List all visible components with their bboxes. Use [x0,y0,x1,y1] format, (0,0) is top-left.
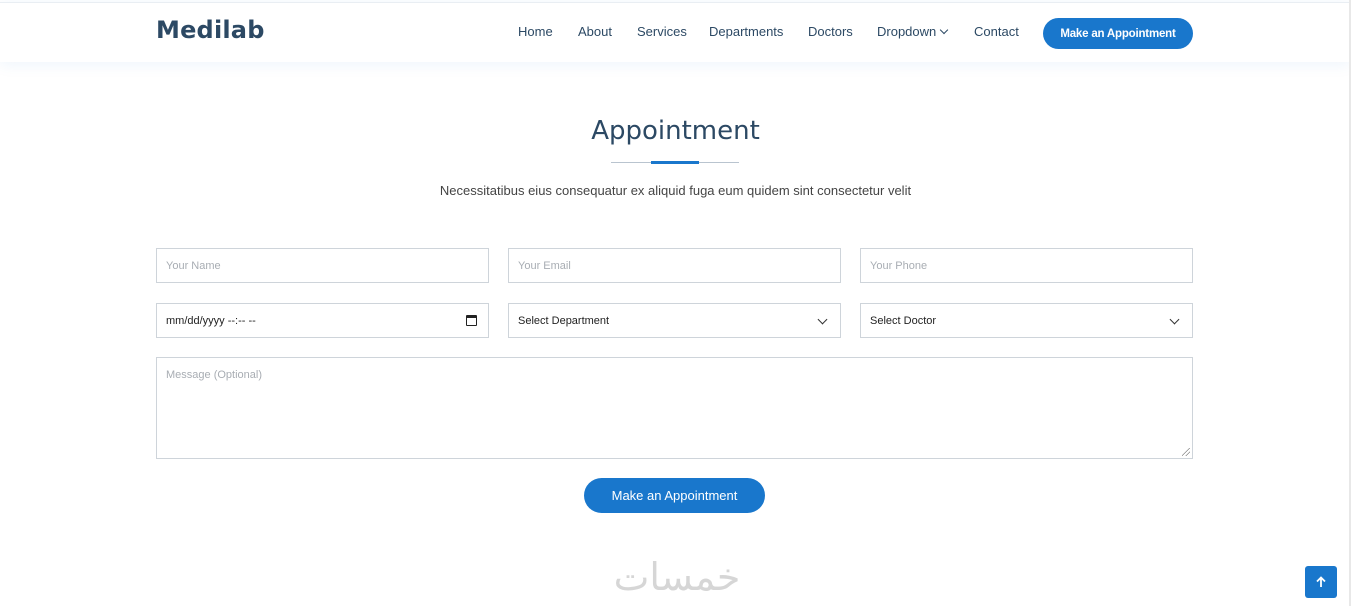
chevron-down-icon [940,25,949,35]
name-input[interactable]: Your Name [156,248,489,283]
header-appointment-button[interactable]: Make an Appointment [1043,18,1193,49]
phone-input[interactable]: Your Phone [860,248,1193,283]
resize-handle-icon[interactable] [1182,448,1190,456]
section-subtitle: Necessitatibus eius consequatur ex aliqu… [439,183,912,198]
nav-services[interactable]: Services [637,24,687,39]
department-selected: Select Department [518,314,610,327]
doctor-selected: Select Doctor [870,314,937,327]
submit-appointment-button[interactable]: Make an Appointment [584,478,765,513]
nav-dropdown[interactable]: Dropdown [877,24,949,39]
chevron-down-icon [817,314,828,325]
name-placeholder: Your Name [166,259,221,272]
email-placeholder: Your Email [518,259,571,272]
back-to-top-button[interactable] [1305,566,1337,598]
date-input[interactable]: mm/dd/yyyy --:-- -- [156,303,489,338]
nav-dropdown-label: Dropdown [877,24,937,39]
chevron-down-icon [1169,314,1180,325]
message-textarea[interactable]: Message (Optional) [156,357,1193,459]
title-divider-accent [651,161,699,164]
arrow-up-icon [1316,576,1326,587]
message-placeholder: Message (Optional) [166,369,262,381]
nav-doctors[interactable]: Doctors [808,24,853,39]
nav-contact[interactable]: Contact [974,24,1019,39]
date-value: mm/dd/yyyy --:-- -- [166,314,256,327]
nav-departments[interactable]: Departments [709,24,783,39]
section-title: Appointment [591,116,760,146]
department-select[interactable]: Select Department [508,303,841,338]
calendar-icon[interactable] [466,315,477,326]
doctor-select[interactable]: Select Doctor [860,303,1193,338]
nav-home[interactable]: Home [518,24,553,39]
nav-about[interactable]: About [578,24,612,39]
site-header: Medilab Home About Services Departments … [0,2,1351,62]
email-input[interactable]: Your Email [508,248,841,283]
watermark: خمسات [613,555,741,599]
phone-placeholder: Your Phone [870,259,928,272]
